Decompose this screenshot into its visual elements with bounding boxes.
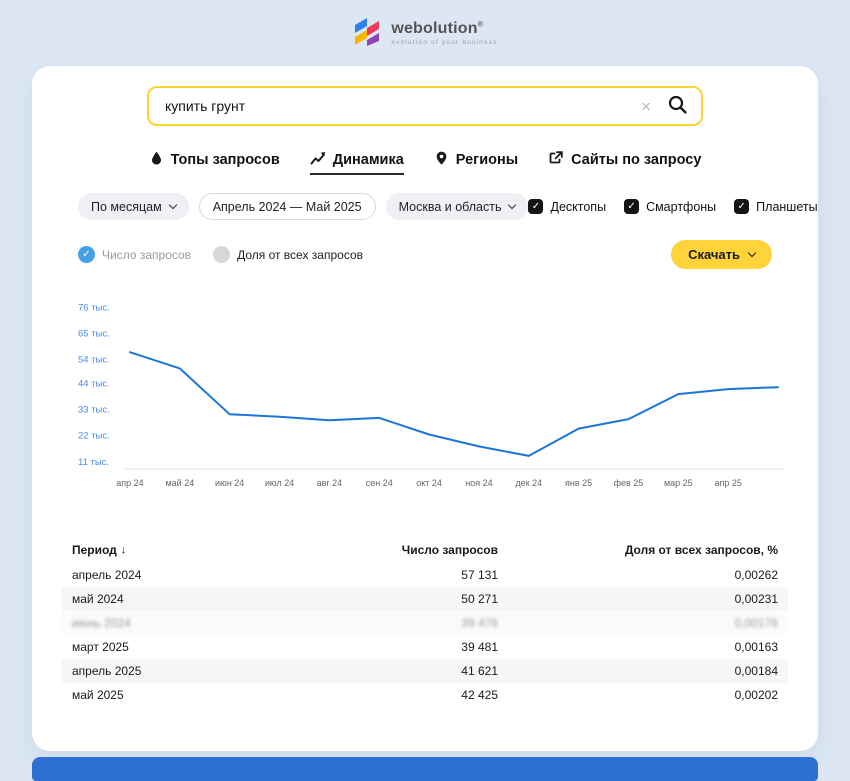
svg-text:44 тыс.: 44 тыс. (78, 378, 110, 389)
svg-text:22 тыс.: 22 тыс. (78, 431, 110, 442)
checkbox-checked-icon: ✓ (624, 199, 639, 214)
periods-table: Период ↓ Число запросов Доля от всех зап… (62, 536, 788, 707)
region-dropdown[interactable]: Москва и область (386, 193, 529, 220)
trend-icon (310, 150, 326, 170)
column-header-period[interactable]: Период ↓ (72, 543, 198, 557)
checkbox-tablets[interactable]: ✓ Планшеты (734, 199, 817, 214)
checkbox-smartphones[interactable]: ✓ Смартфоны (624, 199, 716, 214)
registered-mark: ® (478, 21, 483, 28)
search-box: × (147, 86, 703, 126)
brand-tagline: evolution of your business (391, 39, 497, 46)
table-row: май 2024 50 271 0,00231 (62, 587, 788, 611)
group-by-dropdown[interactable]: По месяцам (78, 193, 189, 220)
svg-text:11 тыс.: 11 тыс. (78, 457, 109, 468)
tab-dynamics[interactable]: Динамика (310, 150, 404, 175)
checkbox-checked-icon: ✓ (734, 199, 749, 214)
tab-top-queries[interactable]: Топы запросов (149, 150, 280, 175)
map-pin-icon (434, 150, 449, 170)
table-row: апрель 2024 57 131 0,00262 (62, 563, 788, 587)
svg-text:33 тыс.: 33 тыс. (78, 405, 110, 416)
table-row: март 2025 39 481 0,00163 (62, 635, 788, 659)
search-button[interactable] (667, 94, 688, 118)
brand-name: webolution® (391, 21, 497, 37)
tabs-row: Топы запросов Динамика Регионы (32, 150, 818, 175)
table-row-hidden: июнь 2024 39 476 0,00176 (62, 611, 788, 635)
wordstat-widget-card: × Топы запросов (32, 66, 818, 751)
svg-text:сен 24: сен 24 (366, 478, 393, 488)
tab-regions[interactable]: Регионы (434, 150, 518, 175)
table-header-row: Период ↓ Число запросов Доля от всех зап… (62, 536, 788, 563)
metric-row: ✓ Число запросов Доля от всех запросов С… (32, 240, 818, 269)
webolution-logo-icon (352, 16, 382, 51)
chevron-down-icon (508, 201, 516, 209)
svg-text:апр 25: апр 25 (714, 478, 741, 488)
table-row: май 2025 42 425 0,00202 (62, 683, 788, 707)
svg-text:54 тыс.: 54 тыс. (78, 355, 110, 366)
radio-unchecked-icon (213, 246, 230, 263)
clear-search-icon[interactable]: × (641, 98, 651, 115)
svg-text:мар 25: мар 25 (664, 478, 693, 488)
metric-option-query-count[interactable]: ✓ Число запросов (78, 246, 191, 263)
search-input[interactable] (165, 98, 641, 114)
filters-row: По месяцам Апрель 2024 — Май 2025 Москва… (32, 193, 818, 220)
magnifier-icon (667, 94, 688, 118)
site-header: webolution® evolution of your business (0, 0, 850, 66)
flame-icon (149, 150, 164, 170)
checkbox-checked-icon: ✓ (528, 199, 543, 214)
svg-text:янв 25: янв 25 (565, 478, 592, 488)
radio-checked-icon: ✓ (78, 246, 95, 263)
search-row: × (32, 66, 818, 126)
column-header-share: Доля от всех запросов, % (498, 543, 778, 557)
svg-text:окт 24: окт 24 (416, 478, 442, 488)
svg-text:авг 24: авг 24 (317, 478, 343, 488)
date-range-field[interactable]: Апрель 2024 — Май 2025 (199, 193, 376, 220)
checkbox-desktops[interactable]: ✓ Десктопы (528, 199, 606, 214)
chevron-down-icon (748, 249, 756, 257)
table-row: апрель 2025 41 621 0,00184 (62, 659, 788, 683)
svg-text:дек 24: дек 24 (515, 478, 542, 488)
svg-text:май 24: май 24 (165, 478, 194, 488)
svg-text:июл 24: июл 24 (265, 478, 294, 488)
svg-text:апр 24: апр 24 (116, 478, 143, 488)
chevron-down-icon (168, 201, 176, 209)
queries-trend-chart: 76 тыс. 65 тыс. 54 тыс. 44 тыс. 33 тыс. 22 ты… (78, 283, 782, 502)
column-header-queries: Число запросов (198, 543, 498, 557)
svg-text:июн 24: июн 24 (215, 478, 244, 488)
svg-text:ноя 24: ноя 24 (465, 478, 492, 488)
download-button[interactable]: Скачать (671, 240, 772, 269)
sort-desc-icon: ↓ (121, 544, 127, 556)
external-link-icon (548, 150, 564, 170)
metric-option-share[interactable]: Доля от всех запросов (213, 246, 363, 263)
svg-text:76 тыс.: 76 тыс. (78, 302, 110, 313)
svg-text:фев 25: фев 25 (614, 478, 644, 488)
footer-bar (32, 757, 818, 781)
tab-sites-by-query[interactable]: Сайты по запросу (548, 150, 701, 175)
svg-text:65 тыс.: 65 тыс. (78, 328, 110, 339)
